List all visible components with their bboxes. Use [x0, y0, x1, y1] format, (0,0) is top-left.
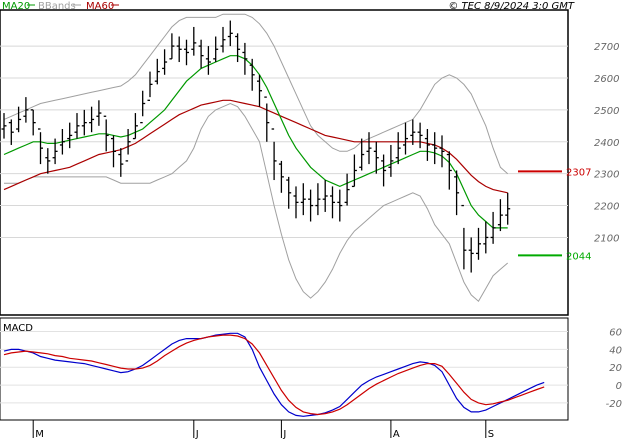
marker-label: 2044	[566, 251, 591, 262]
macd-y-axis: 60 40 20 0 -20	[606, 328, 622, 410]
x-tick-label: J	[195, 429, 199, 440]
price-tick-label: 2500	[594, 106, 619, 117]
x-tick-label: A	[393, 429, 400, 440]
macd-tick-label: 20	[609, 363, 622, 374]
macd-tick-label: 40	[609, 345, 622, 356]
macd-panel-frame	[0, 317, 569, 421]
copyright: © TEC 8/9/2024 3:0 GMT	[448, 1, 575, 12]
macd-title: MACD	[3, 323, 33, 334]
legend-bbands: BBands	[38, 1, 76, 12]
price-tick-label: 2200	[594, 202, 619, 213]
price-y-axis: 2100 2200 2300 2400 2500 2600 2700	[594, 42, 619, 244]
marker-label: 2307	[566, 167, 591, 178]
price-tick-label: 2100	[594, 233, 619, 244]
x-axis: MJJAS	[32, 420, 494, 440]
macd-tick-label: 0	[616, 381, 622, 392]
price-tick-label: 2700	[594, 42, 619, 53]
x-tick-label: J	[282, 429, 286, 440]
price-panel-frame	[0, 9, 569, 316]
x-tick-label: M	[35, 429, 44, 440]
x-tick-label: S	[488, 429, 494, 440]
stock-chart: 2100220023002400250026002700 6040200-20 …	[0, 1, 622, 440]
price-tick-label: 2300	[594, 170, 619, 181]
legend-ma20: MA20	[2, 1, 30, 12]
macd-tick-label: 60	[609, 328, 622, 339]
legend-ma60: MA60	[86, 1, 114, 12]
macd-tick-label: -20	[606, 399, 622, 410]
price-tick-label: 2600	[594, 74, 619, 85]
price-tick-label: 2400	[594, 138, 619, 149]
